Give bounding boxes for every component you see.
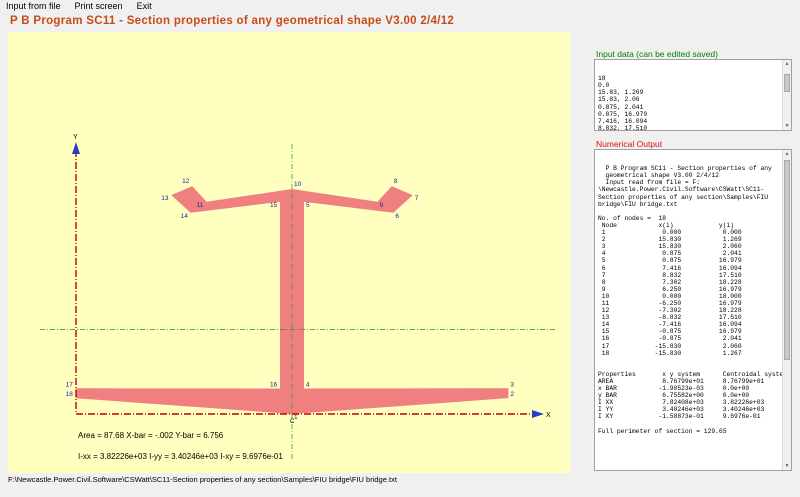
- node-label-4: 4: [306, 381, 310, 388]
- node-label-10: 10: [294, 181, 302, 188]
- status-file-path: F:\Newcastle.Power.Civil.Software\CSWatt…: [8, 475, 397, 484]
- node-label-9: 9: [379, 202, 383, 209]
- scroll-thumb[interactable]: [784, 160, 790, 360]
- node-label-3: 3: [510, 381, 514, 388]
- scroll-down-arrow-icon[interactable]: ▼: [783, 462, 791, 470]
- node-label-5: 5: [306, 202, 310, 209]
- input-data-textarea[interactable]: 18 0.0 15.83, 1.269 15.83, 2.06 0.875, 2…: [594, 59, 792, 131]
- menu-print-screen[interactable]: Print screen: [75, 1, 123, 11]
- node-label-2: 2: [510, 391, 514, 398]
- scroll-up-arrow-icon[interactable]: ▲: [783, 150, 791, 158]
- node-label-16: 16: [270, 381, 278, 388]
- menu-bar: Input from file Print screen Exit: [0, 0, 800, 12]
- node-label-6: 6: [395, 213, 399, 220]
- numerical-output-label: Numerical Output: [596, 139, 663, 149]
- node-label-14: 14: [181, 213, 189, 220]
- node-label-15: 15: [270, 202, 278, 209]
- x-axis-label: X: [546, 412, 551, 419]
- section-plot: YXC123456789101112131415161718: [40, 134, 556, 460]
- node-label-7: 7: [415, 195, 419, 202]
- section-shape: [75, 186, 509, 414]
- menu-input-from-file[interactable]: Input from file: [6, 1, 61, 11]
- node-label-18: 18: [66, 391, 74, 398]
- numerical-output-textarea[interactable]: P B Program SC11 - Section properties of…: [594, 149, 792, 471]
- node-label-17: 17: [66, 381, 74, 388]
- input-scrollbar[interactable]: ▲ ▼: [782, 60, 791, 130]
- section-plot-canvas: Y X C 1 2 3 4 5 6 7 8 9 10 11 12 13 14 15 16 17 18 Area = 87…: [8, 32, 570, 473]
- input-data-text: 18 0.0 15.83, 1.269 15.83, 2.06 0.875, 2…: [598, 75, 648, 131]
- app-title: P B Program SC11 - Section properties of…: [10, 15, 455, 27]
- node-label-12: 12: [182, 178, 190, 185]
- node-label-11: 11: [197, 202, 204, 209]
- output-scrollbar[interactable]: ▲ ▼: [782, 150, 791, 470]
- area-readout: Area = 87.68 X-bar = -.002 Y-bar = 6.756: [78, 431, 224, 440]
- node-label-13: 13: [161, 195, 169, 202]
- scroll-up-arrow-icon[interactable]: ▲: [783, 60, 791, 68]
- y-axis-arrow-icon: [72, 142, 80, 154]
- inertia-readout: I-xx = 3.82226e+03 I-yy = 3.40246e+03 I-…: [78, 452, 283, 461]
- x-axis-arrow-icon: [532, 410, 544, 418]
- node-label-8: 8: [394, 178, 398, 185]
- menu-exit[interactable]: Exit: [137, 1, 152, 11]
- node-label-1: 1: [294, 414, 298, 421]
- scroll-down-arrow-icon[interactable]: ▼: [783, 122, 791, 130]
- numerical-output-text: P B Program SC11 - Section properties of…: [598, 165, 787, 435]
- input-data-label: Input data (can be edited saved): [596, 49, 718, 59]
- scroll-thumb[interactable]: [784, 74, 790, 92]
- y-axis-label: Y: [73, 134, 78, 141]
